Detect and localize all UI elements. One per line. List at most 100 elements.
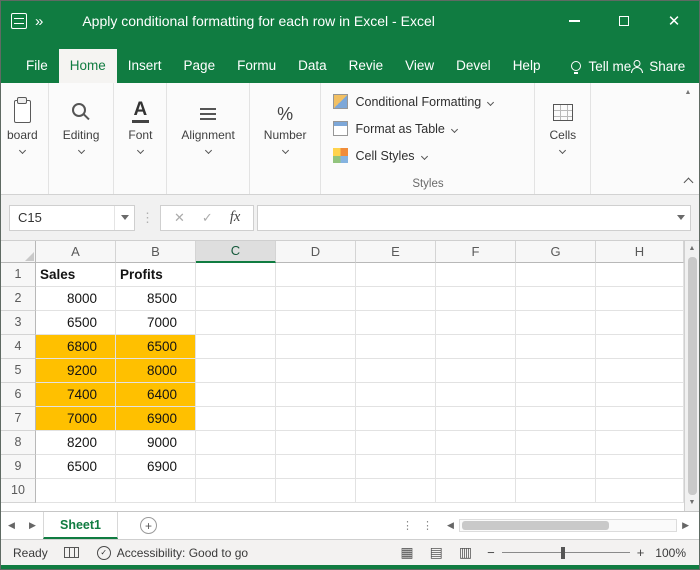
- close-button[interactable]: ✕: [649, 1, 699, 41]
- cell-b10[interactable]: [116, 479, 196, 503]
- formula-bar-separator-dots[interactable]: ⋮: [141, 210, 154, 226]
- sheet-nav-left-icon[interactable]: ◀: [1, 512, 22, 539]
- cell[interactable]: [436, 407, 516, 431]
- cell[interactable]: [516, 431, 596, 455]
- cell[interactable]: [356, 479, 436, 503]
- cell-styles-button[interactable]: Cell Styles: [333, 142, 522, 169]
- cell[interactable]: [276, 359, 356, 383]
- cell[interactable]: [596, 287, 684, 311]
- page-break-view-button[interactable]: ▥: [459, 544, 472, 561]
- cell[interactable]: [596, 335, 684, 359]
- horizontal-scrollbar[interactable]: ◀ ▶: [442, 512, 694, 539]
- cell[interactable]: [196, 479, 276, 503]
- cell[interactable]: [276, 431, 356, 455]
- name-box-dropdown[interactable]: [114, 206, 134, 230]
- column-header-e[interactable]: E: [356, 241, 436, 263]
- cell-a9[interactable]: 6500: [36, 455, 116, 479]
- row-header-9[interactable]: 9: [1, 455, 36, 479]
- tab-view[interactable]: View: [394, 49, 445, 83]
- alignment-group-button[interactable]: Alignment: [167, 83, 249, 194]
- zoom-out-button[interactable]: −: [487, 545, 495, 560]
- tab-splitter-handle[interactable]: ⋮: [422, 519, 434, 532]
- cell[interactable]: [516, 335, 596, 359]
- cell[interactable]: [436, 311, 516, 335]
- cell[interactable]: [356, 407, 436, 431]
- cell-b8[interactable]: 9000: [116, 431, 196, 455]
- cell[interactable]: [356, 335, 436, 359]
- quick-access-chevrons-icon[interactable]: »: [35, 13, 44, 30]
- sheet-nav-right-icon[interactable]: ▶: [22, 512, 43, 539]
- expand-formula-bar-button[interactable]: [672, 206, 690, 230]
- cell[interactable]: [276, 263, 356, 287]
- cell[interactable]: [276, 311, 356, 335]
- cell[interactable]: [516, 287, 596, 311]
- column-header-h[interactable]: H: [596, 241, 684, 263]
- tell-me-button[interactable]: Tell me: [571, 49, 631, 83]
- cell[interactable]: [196, 359, 276, 383]
- cell[interactable]: [516, 479, 596, 503]
- tab-developer[interactable]: Devel: [445, 49, 502, 83]
- cell[interactable]: [596, 431, 684, 455]
- cell[interactable]: [196, 287, 276, 311]
- scroll-left-icon[interactable]: ◀: [442, 520, 459, 531]
- conditional-formatting-button[interactable]: Conditional Formatting: [333, 88, 522, 115]
- cell-a7[interactable]: 7000: [36, 407, 116, 431]
- cell[interactable]: [436, 455, 516, 479]
- cell-a2[interactable]: 8000: [36, 287, 116, 311]
- maximize-button[interactable]: [599, 1, 649, 41]
- cell[interactable]: [276, 455, 356, 479]
- zoom-slider-thumb[interactable]: [561, 547, 565, 559]
- cell[interactable]: [356, 359, 436, 383]
- sheet-tab-sheet1[interactable]: Sheet1: [43, 512, 118, 539]
- tab-home[interactable]: Home: [59, 49, 117, 83]
- cell[interactable]: [276, 287, 356, 311]
- scroll-up-icon[interactable]: ▲: [689, 244, 696, 254]
- minimize-button[interactable]: [549, 1, 599, 41]
- cell-a5[interactable]: 9200: [36, 359, 116, 383]
- tab-formulas[interactable]: Formu: [226, 49, 287, 83]
- column-header-b[interactable]: B: [116, 241, 196, 263]
- cell-b2[interactable]: 8500: [116, 287, 196, 311]
- zoom-level[interactable]: 100%: [655, 546, 686, 560]
- cell[interactable]: [196, 407, 276, 431]
- insert-function-button[interactable]: fx: [230, 209, 240, 226]
- cell[interactable]: [516, 383, 596, 407]
- cell[interactable]: [596, 407, 684, 431]
- column-header-a[interactable]: A: [36, 241, 116, 263]
- cell-a4[interactable]: 6800: [36, 335, 116, 359]
- scroll-down-icon[interactable]: ▼: [689, 498, 696, 508]
- cell-b4[interactable]: 6500: [116, 335, 196, 359]
- tab-file[interactable]: File: [15, 49, 59, 83]
- cell[interactable]: [516, 407, 596, 431]
- accessibility-status[interactable]: ✓ Accessibility: Good to go: [97, 546, 248, 560]
- row-header-7[interactable]: 7: [1, 407, 36, 431]
- cell[interactable]: [276, 383, 356, 407]
- new-sheet-button[interactable]: +: [140, 517, 157, 534]
- cell[interactable]: [276, 335, 356, 359]
- column-header-f[interactable]: F: [436, 241, 516, 263]
- cell[interactable]: [436, 263, 516, 287]
- cell[interactable]: [356, 383, 436, 407]
- row-header-6[interactable]: 6: [1, 383, 36, 407]
- tab-data[interactable]: Data: [287, 49, 338, 83]
- font-group-button[interactable]: A Font: [114, 83, 167, 194]
- page-layout-view-button[interactable]: ▤: [430, 544, 443, 561]
- cancel-icon[interactable]: ✕: [174, 210, 185, 226]
- cell[interactable]: [596, 455, 684, 479]
- cell[interactable]: [196, 311, 276, 335]
- cell[interactable]: [596, 263, 684, 287]
- cell[interactable]: [356, 311, 436, 335]
- cell[interactable]: [436, 431, 516, 455]
- cell-a10[interactable]: [36, 479, 116, 503]
- cell[interactable]: [436, 383, 516, 407]
- cell[interactable]: [436, 335, 516, 359]
- cell[interactable]: [356, 431, 436, 455]
- cell[interactable]: [276, 479, 356, 503]
- excel-app-icon[interactable]: [11, 13, 27, 29]
- cell-b7[interactable]: 6900: [116, 407, 196, 431]
- cell[interactable]: [436, 287, 516, 311]
- vertical-scrollbar[interactable]: ▲ ▼: [684, 241, 699, 511]
- horizontal-scrollbar-track[interactable]: [459, 519, 677, 532]
- cell-b6[interactable]: 6400: [116, 383, 196, 407]
- normal-view-button[interactable]: ▦: [400, 544, 413, 561]
